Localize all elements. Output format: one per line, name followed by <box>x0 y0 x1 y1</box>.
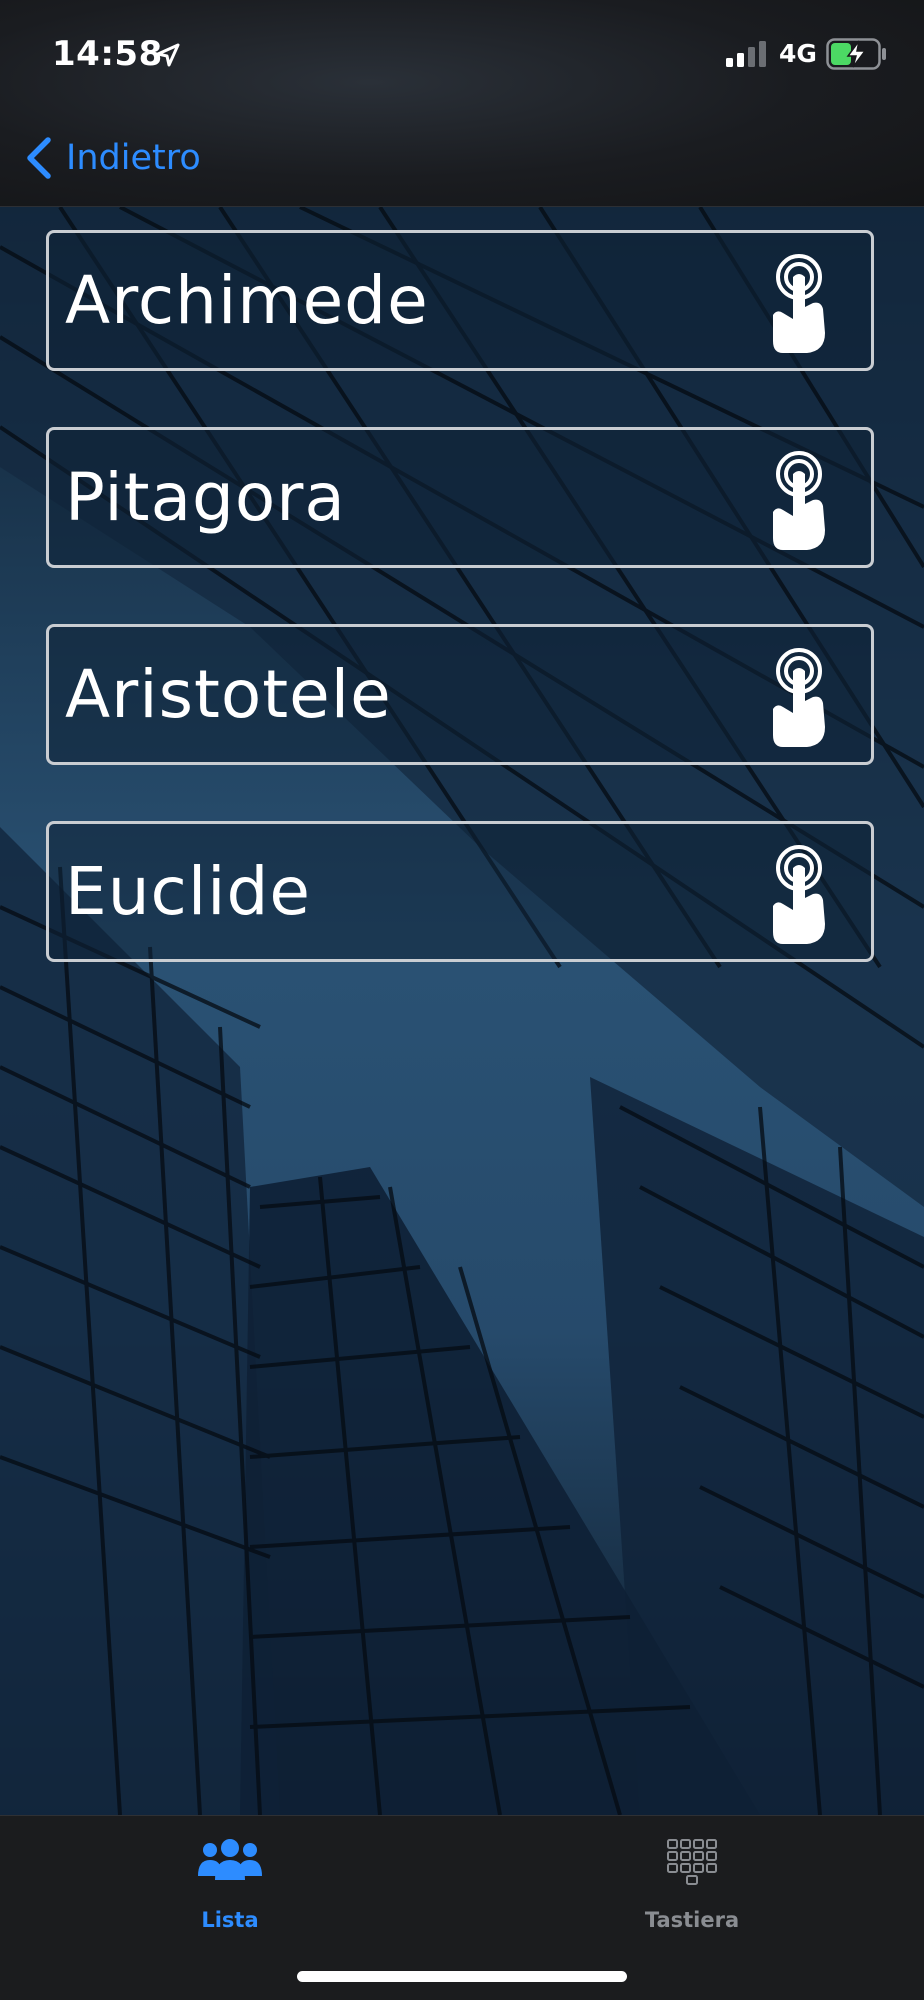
item-button-aristotele[interactable]: Aristotele <box>46 624 874 765</box>
location-arrow-icon <box>156 43 180 67</box>
home-indicator <box>297 1971 627 1982</box>
users-group-icon <box>198 1839 262 1880</box>
tab-bar: Lista Tastiera <box>0 1815 924 2000</box>
status-time: 14:58 <box>52 34 163 74</box>
battery-charging-icon <box>826 38 886 70</box>
item-button-pitagora[interactable]: Pitagora <box>46 427 874 568</box>
tab-label: Tastiera <box>644 1908 740 1932</box>
app-screen: 14:58 4G Indietro Archimede Pitagora Ari… <box>0 0 924 2000</box>
chevron-left-icon <box>27 137 51 179</box>
tap-hand-icon <box>773 648 825 747</box>
tab-label: Lista <box>201 1908 259 1932</box>
item-label: Euclide <box>65 853 311 930</box>
item-label: Aristotele <box>65 656 392 733</box>
item-label: Archimede <box>65 262 429 339</box>
back-button[interactable]: Indietro <box>24 130 201 186</box>
item-label: Pitagora <box>65 459 346 536</box>
item-button-euclide[interactable]: Euclide <box>46 821 874 962</box>
network-type: 4G <box>779 39 817 68</box>
tap-hand-icon <box>773 845 825 944</box>
tab-tastiera[interactable]: Tastiera <box>592 1830 792 1940</box>
tap-hand-icon <box>773 254 825 353</box>
cellular-signal-icon <box>726 41 766 67</box>
back-button-label: Indietro <box>66 138 201 178</box>
item-button-archimede[interactable]: Archimede <box>46 230 874 371</box>
keypad-icon <box>667 1839 717 1885</box>
tab-lista[interactable]: Lista <box>130 1830 330 1940</box>
tap-hand-icon <box>773 451 825 550</box>
status-and-nav-bar: 14:58 4G Indietro <box>0 0 924 207</box>
